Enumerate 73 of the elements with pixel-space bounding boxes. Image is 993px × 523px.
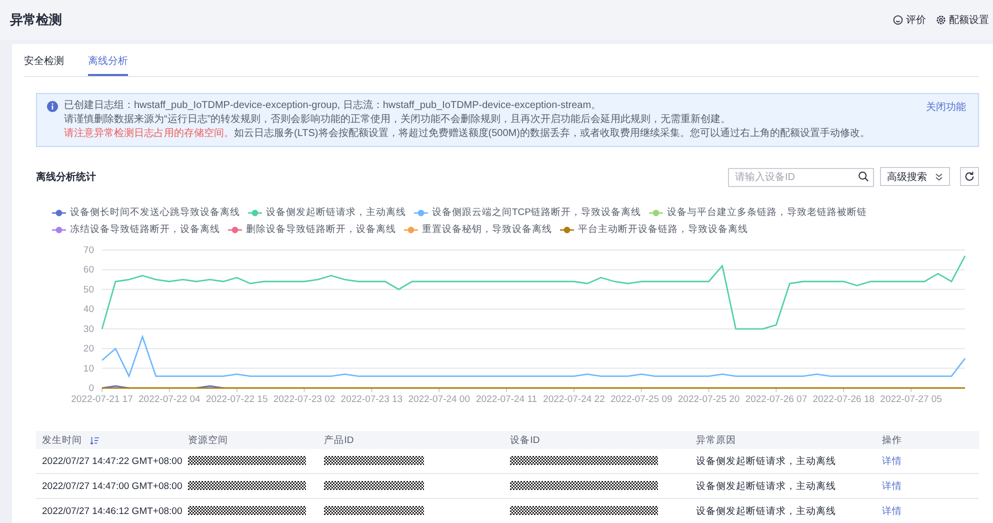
section-title: 离线分析统计 <box>36 170 97 184</box>
x-axis-label: 2022-07-27 05 <box>880 394 942 404</box>
details-link[interactable]: 详情 <box>882 506 902 516</box>
legend-label[interactable]: 设备侧长时间不发送心跳导致设备离线 <box>70 206 240 219</box>
x-axis-label: 2022-07-21 17 <box>71 394 133 404</box>
y-axis-label: 0 <box>88 383 94 394</box>
legend-label[interactable]: 重置设备秘钥，导致设备离线 <box>422 223 552 236</box>
legend-marker <box>52 208 66 216</box>
tab[interactable]: 安全检测 <box>24 44 64 76</box>
legend-label[interactable]: 删除设备导致链路断开，设备离线 <box>246 223 396 236</box>
tab[interactable]: 离线分析 <box>88 44 128 76</box>
double-chevron-icon <box>935 172 943 180</box>
refresh-icon <box>964 171 975 182</box>
close-feature-link[interactable]: 关闭功能 <box>926 100 966 114</box>
table-cell: 设备侧发起断链请求，主动离线 <box>696 506 836 516</box>
details-link[interactable]: 详情 <box>882 480 902 492</box>
x-axis-label: 2022-07-23 02 <box>273 394 336 404</box>
column-header: 操作 <box>882 434 902 446</box>
column-header: 产品ID <box>324 434 354 446</box>
page-title: 异常检测 <box>10 11 62 29</box>
column-header: 异常原因 <box>696 434 736 446</box>
table-cell: 2022/07/27 14:47:22 GMT+08:00 <box>42 456 182 466</box>
legend-marker <box>248 208 262 216</box>
details-link[interactable]: 详情 <box>882 456 902 466</box>
column-header: 发生时间 <box>42 434 82 446</box>
search-field[interactable]: 请输入设备ID <box>728 168 874 187</box>
x-axis-label: 2022-07-22 15 <box>206 394 268 404</box>
legend-label[interactable]: 设备侧跟云端之间TCP链路断开，导致设备离线 <box>432 206 641 219</box>
y-axis-label: 20 <box>83 344 94 355</box>
x-axis-label: 2022-07-26 07 <box>745 394 808 404</box>
x-axis-label: 2022-07-25 09 <box>610 394 672 404</box>
legend-marker <box>560 226 574 234</box>
legend-label[interactable]: 设备侧发起断链请求，主动离线 <box>266 206 406 219</box>
table-cell: 设备侧发起断链请求，主动离线 <box>696 456 836 466</box>
y-axis-label: 40 <box>83 304 94 316</box>
x-axis-label: 2022-07-22 04 <box>138 394 200 404</box>
legend-marker <box>649 208 663 216</box>
y-axis-label: 60 <box>83 264 94 276</box>
header-action[interactable]: 评价 <box>893 13 926 27</box>
notice-text: 如云日志服务(LTS)将会按配额设置，将超过免费赠送额度(500M)的数据丢弃，或者收取费用继续采集。您可以通过右上角的配额设置手动修改。 <box>234 128 870 139</box>
x-axis-label: 2022-07-24 11 <box>476 394 538 404</box>
x-axis-label: 2022-07-26 18 <box>812 394 875 404</box>
x-axis-label: 2022-07-24 00 <box>408 394 470 404</box>
y-axis-label: 50 <box>83 284 94 296</box>
header-action[interactable]: 配额设置 <box>936 13 989 27</box>
y-axis-label: 10 <box>83 363 94 374</box>
sort-icon[interactable] <box>90 436 99 444</box>
legend-label[interactable]: 平台主动断开设备链路，导致设备离线 <box>578 223 748 236</box>
legend-label[interactable]: 设备与平台建立多条链路，导致老链路被断链 <box>667 206 867 219</box>
refresh-button[interactable] <box>960 167 979 186</box>
x-axis-label: 2022-07-24 22 <box>543 394 605 404</box>
warning-text: 请注意异常检测日志占用的存储空间。 <box>64 128 234 139</box>
legend-label[interactable]: 冻结设备导致链路断开，设备离线 <box>70 223 220 236</box>
table-cell: 2022/07/27 14:46:12 GMT+08:00 <box>42 506 182 516</box>
legend-marker <box>52 226 66 234</box>
table-cell: 设备侧发起断链请求，主动离线 <box>696 480 836 492</box>
legend-marker <box>404 226 418 234</box>
column-header: 资源空间 <box>188 434 228 446</box>
y-axis-label: 30 <box>83 324 94 335</box>
table-cell: 2022/07/27 14:47:00 GMT+08:00 <box>42 480 182 492</box>
legend-marker <box>414 208 428 216</box>
x-axis-label: 2022-07-25 20 <box>678 394 740 404</box>
notice-text: 请谨慎删除数据来源为“运行日志”的转发规则，否则会影响功能的正常使用，关闭功能不会删除规则，且再次开启功能后会延用此规则，无需重新创建。 <box>64 114 732 126</box>
column-header: 设备ID <box>510 434 540 446</box>
smiley-icon <box>893 15 903 25</box>
notice-text: 已创建日志组：hwstaff_pub_IoTDMP-device-exception-group, 日志流：hwstaff_pub_IoTDMP-device-exception-stream。 <box>64 100 602 112</box>
advanced-search-button[interactable]: 高级搜索 <box>880 167 950 186</box>
info-icon <box>47 101 58 112</box>
search-icon <box>858 171 869 182</box>
settings-icon <box>936 15 946 25</box>
x-axis-label: 2022-07-23 13 <box>340 394 403 404</box>
y-axis-label: 70 <box>83 245 94 256</box>
legend-marker <box>228 226 242 234</box>
